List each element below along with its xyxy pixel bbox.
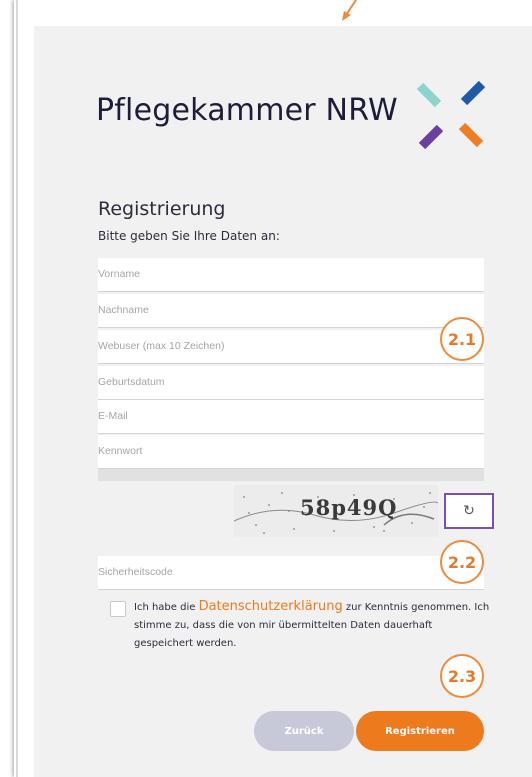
consent-prefix: Ich habe die bbox=[134, 602, 199, 613]
email-field[interactable]: E-Mail bbox=[98, 400, 484, 434]
pointer-arrow-icon bbox=[342, 0, 357, 21]
consent-text: Ich habe die Datenschutzerklärung zur Ke… bbox=[134, 598, 494, 653]
firstname-field[interactable]: Vorname bbox=[98, 258, 484, 292]
email-placeholder: E-Mail bbox=[98, 410, 128, 422]
webuser-field[interactable]: Webuser (max 10 Zeichen) bbox=[98, 330, 484, 364]
lastname-placeholder: Nachname bbox=[98, 304, 149, 316]
password-placeholder: Kennwort bbox=[98, 445, 143, 457]
logo-text: Pflegekammer NRW bbox=[96, 93, 398, 128]
annotation-badge-2-2: 2.2 bbox=[440, 540, 484, 584]
back-button[interactable]: Zurück bbox=[254, 711, 354, 751]
window-border bbox=[16, 0, 18, 777]
annotation-badge-2-3: 2.3 bbox=[440, 654, 484, 698]
register-button[interactable]: Registrieren bbox=[356, 711, 484, 751]
consent-checkbox[interactable] bbox=[110, 601, 126, 617]
birthdate-field[interactable]: Geburtsdatum bbox=[98, 366, 484, 400]
logo-x-icon bbox=[416, 80, 486, 150]
security-code-field[interactable]: Sicherheitscode bbox=[98, 556, 484, 590]
security-code-placeholder: Sicherheitscode bbox=[98, 566, 173, 578]
captcha-image: 58p49Q bbox=[233, 485, 439, 537]
firstname-placeholder: Vorname bbox=[98, 268, 141, 280]
registration-subtitle: Bitte geben Sie Ihre Daten an: bbox=[98, 229, 280, 243]
privacy-policy-link[interactable]: Datenschutzerklärung bbox=[199, 599, 343, 614]
password-field[interactable]: Kennwort bbox=[98, 435, 484, 469]
captcha-text: 58p49Q bbox=[300, 495, 398, 520]
birthdate-placeholder: Geburtsdatum bbox=[98, 376, 165, 388]
annotation-badge-2-1: 2.1 bbox=[440, 317, 484, 361]
registration-title: Registrierung bbox=[98, 198, 226, 220]
webuser-placeholder: Webuser (max 10 Zeichen) bbox=[98, 340, 225, 352]
captcha-refresh-button[interactable]: ↻ bbox=[444, 493, 494, 529]
lastname-field[interactable]: Nachname bbox=[98, 294, 484, 328]
password-strength-bar bbox=[98, 469, 484, 481]
refresh-icon: ↻ bbox=[463, 503, 475, 519]
